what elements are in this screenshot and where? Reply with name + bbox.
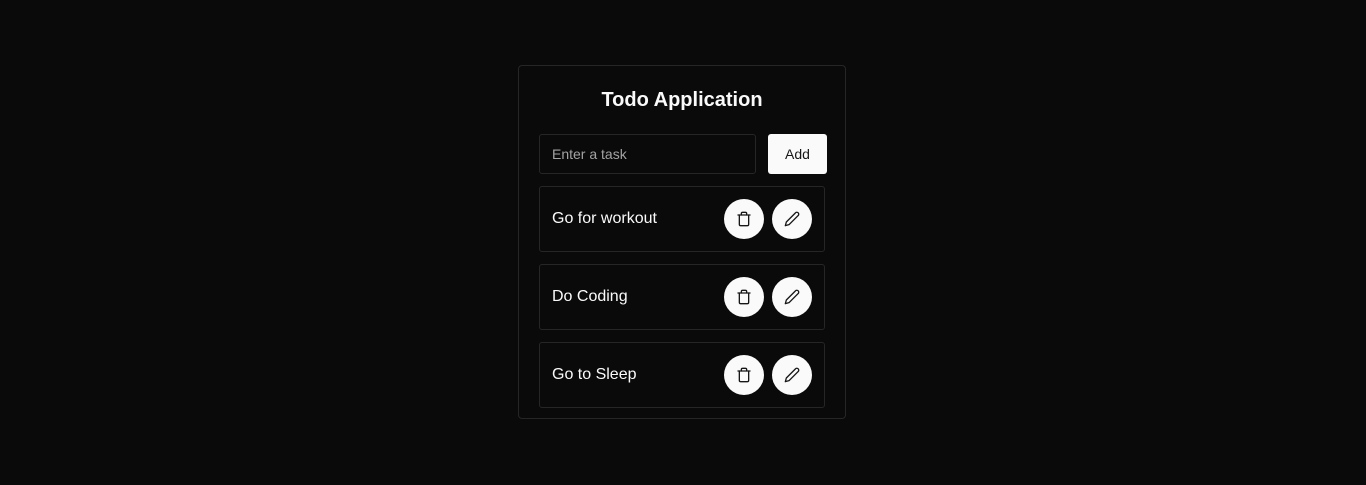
delete-button[interactable]	[724, 199, 764, 239]
trash-icon	[736, 211, 752, 227]
trash-icon	[736, 289, 752, 305]
task-input[interactable]	[539, 134, 756, 174]
pencil-icon	[784, 367, 800, 383]
task-item: Go to Sleep	[539, 342, 825, 408]
task-item: Go for workout	[539, 186, 825, 252]
edit-button[interactable]	[772, 199, 812, 239]
todo-card: Todo Application Add Go for workout	[518, 65, 846, 419]
task-text: Go to Sleep	[552, 366, 637, 383]
pencil-icon	[784, 211, 800, 227]
add-button[interactable]: Add	[768, 134, 827, 174]
pencil-icon	[784, 289, 800, 305]
delete-button[interactable]	[724, 355, 764, 395]
edit-button[interactable]	[772, 355, 812, 395]
add-task-form: Add	[539, 134, 827, 174]
edit-button[interactable]	[772, 277, 812, 317]
delete-button[interactable]	[724, 277, 764, 317]
task-text: Do Coding	[552, 288, 628, 305]
task-item: Do Coding	[539, 264, 825, 330]
trash-icon	[736, 367, 752, 383]
task-text: Go for workout	[552, 210, 657, 227]
task-list: Go for workout Do Coding Go to Sleep	[539, 186, 825, 408]
page-title: Todo Application	[601, 89, 763, 111]
